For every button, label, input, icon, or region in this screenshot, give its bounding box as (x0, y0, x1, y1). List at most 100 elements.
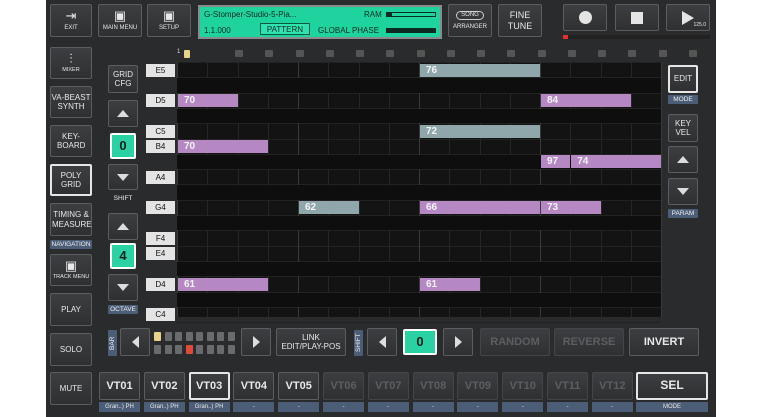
grid-note[interactable]: 70 (178, 94, 238, 108)
step-marker-icon[interactable] (265, 50, 274, 57)
mixer-button[interactable]: ⫶ MIXER (50, 47, 92, 79)
param-down-button[interactable] (668, 178, 698, 205)
bar-cell[interactable] (175, 332, 182, 341)
shift-down-button[interactable] (108, 164, 138, 190)
track-button[interactable]: VT09 (457, 372, 499, 400)
grid-note[interactable]: 62 (299, 201, 359, 215)
timing-measure-button[interactable]: TIMING & MEASURE (50, 203, 92, 236)
stop-button[interactable] (615, 4, 659, 31)
grid-note[interactable]: 74 (571, 155, 661, 169)
step-marker-icon[interactable] (477, 50, 485, 57)
shift-left-button[interactable] (367, 328, 397, 356)
bar-cell[interactable] (154, 345, 161, 354)
step-marker-icon[interactable] (628, 50, 637, 57)
bar-cells[interactable] (154, 330, 240, 356)
bar-cell[interactable] (164, 345, 172, 354)
step-marker-icon[interactable] (325, 50, 334, 57)
invert-button[interactable]: INVERT (629, 328, 699, 356)
step-marker-icon[interactable] (446, 50, 455, 57)
grid-note[interactable]: 61 (178, 277, 268, 291)
octave-down-button[interactable] (108, 274, 138, 301)
octave-up-button[interactable] (108, 213, 138, 240)
grid-note[interactable]: 84 (541, 94, 631, 108)
octave-label: OCTAVE (108, 305, 138, 314)
bar-prev-button[interactable] (120, 328, 150, 356)
step-marker-icon[interactable] (416, 50, 425, 57)
step-marker-icon[interactable] (688, 50, 697, 57)
step-marker-icon[interactable] (537, 50, 546, 57)
reverse-button[interactable]: REVERSE (554, 328, 624, 356)
main-menu-button[interactable]: ▣ MAIN MENU (98, 4, 142, 37)
bar-next-button[interactable] (241, 328, 271, 356)
bar-cell[interactable] (217, 345, 224, 354)
step-marker-icon[interactable] (598, 50, 606, 57)
mute-button[interactable]: MUTE (50, 372, 92, 405)
track-button[interactable]: VT06 (323, 372, 364, 400)
poly-grid-button[interactable]: POLY GRID (50, 164, 92, 196)
grid-note[interactable]: 72 (420, 124, 540, 138)
solo-button[interactable]: SOLO (50, 333, 92, 366)
bar-cell[interactable] (227, 345, 235, 354)
bar-cell[interactable] (206, 332, 214, 341)
play-transport-button[interactable]: 125.0 (666, 4, 710, 31)
track-button[interactable]: VT05 (278, 372, 320, 400)
step-marker-icon[interactable] (507, 50, 516, 57)
track-instrument-label: - (367, 402, 409, 412)
track-instrument-label: - (323, 402, 364, 412)
setup-button[interactable]: ▣ SETUP (147, 4, 191, 37)
grid-note[interactable]: 66 (420, 201, 540, 215)
sel-button[interactable]: SEL (636, 372, 708, 400)
random-button[interactable]: RANDOM (480, 328, 550, 356)
grid-note[interactable]: 97 (541, 155, 571, 169)
bar-cell[interactable] (196, 345, 203, 354)
menu-box-icon: ▣ (113, 8, 127, 24)
step-marker-icon[interactable] (567, 50, 576, 57)
track-button[interactable]: VT03 (188, 372, 230, 400)
track-instrument-label: - (412, 402, 454, 412)
bar-cell[interactable] (154, 332, 161, 341)
grid-note[interactable]: 70 (178, 140, 268, 153)
step-marker-icon[interactable] (295, 50, 304, 57)
va-beast-synth-button[interactable]: VA-BEAST SYNTH (50, 86, 92, 118)
grid-note[interactable]: 76 (420, 63, 540, 77)
edit-mode-button[interactable]: EDIT (668, 65, 698, 93)
key-label: C5 (146, 124, 175, 138)
step-marker-icon[interactable] (356, 50, 364, 57)
grid-cfg-button[interactable]: GRID CFG (108, 65, 138, 93)
bar-cell[interactable] (185, 332, 193, 341)
bar-cell[interactable] (196, 332, 203, 341)
bar-cell[interactable] (206, 345, 214, 354)
track-button[interactable]: VT08 (412, 372, 454, 400)
play-button[interactable]: PLAY (50, 293, 92, 326)
link-edit-play-pos-button[interactable]: LINK EDIT/PLAY-POS (276, 328, 346, 356)
step-marker-icon[interactable] (386, 50, 395, 57)
grid-note[interactable]: 73 (541, 201, 601, 215)
param-up-button[interactable] (668, 146, 698, 173)
bar-cell[interactable] (227, 332, 235, 341)
record-button[interactable] (563, 4, 607, 31)
track-button[interactable]: VT02 (143, 372, 185, 400)
track-button[interactable]: VT07 (367, 372, 409, 400)
track-button[interactable]: VT11 (547, 372, 588, 400)
exit-button[interactable]: ⇥ EXIT (50, 4, 92, 37)
fine-tune-button[interactable]: FINE TUNE (498, 4, 542, 37)
bar-cell[interactable] (185, 345, 193, 354)
step-marker-icon[interactable] (658, 50, 667, 57)
keyboard-button[interactable]: KEY-BOARD (50, 125, 92, 157)
setup-box-icon: ▣ (162, 8, 176, 24)
poly-grid[interactable]: 76 70 84 72 70 74 97 62 66 73 61 61 (177, 62, 662, 324)
track-button[interactable]: VT10 (502, 372, 544, 400)
grid-note[interactable]: 61 (420, 277, 480, 291)
track-button[interactable]: VT12 (591, 372, 633, 400)
track-button[interactable]: VT01 (99, 372, 140, 400)
shift-up-button[interactable] (108, 100, 138, 127)
key-vel-button[interactable]: KEY VEL (668, 114, 698, 142)
track-button[interactable]: VT04 (233, 372, 275, 400)
step-marker-icon[interactable] (235, 50, 243, 57)
arranger-button[interactable]: SONG ARRANGER (448, 4, 492, 37)
bar-cell[interactable] (164, 332, 172, 341)
track-menu-button[interactable]: ▣ TRACK MENU (50, 254, 92, 286)
bar-cell[interactable] (175, 345, 182, 354)
shift-right-button[interactable] (443, 328, 473, 356)
bar-cell[interactable] (217, 332, 224, 341)
